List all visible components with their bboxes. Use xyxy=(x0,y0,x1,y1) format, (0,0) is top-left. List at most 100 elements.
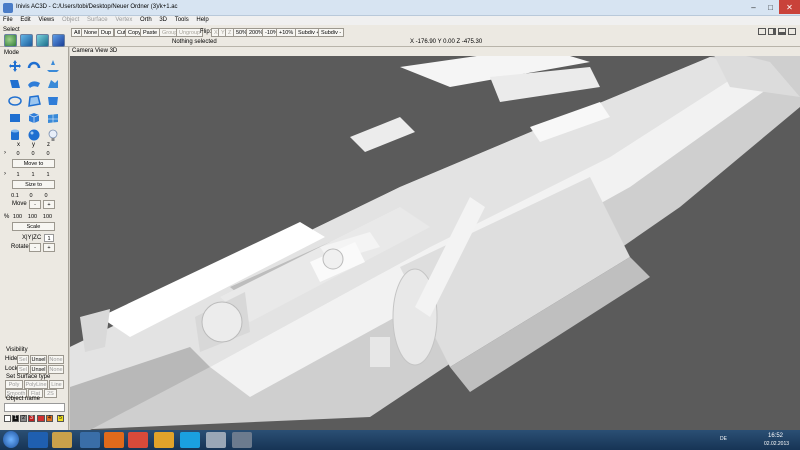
select-surface-icon[interactable] xyxy=(52,34,65,47)
ac3d-taskbar-icon[interactable] xyxy=(232,432,252,448)
view-layout-icon[interactable] xyxy=(758,28,766,35)
lock-none-button[interactable]: None xyxy=(48,365,64,374)
size-z-input[interactable]: 1 xyxy=(42,171,54,179)
hide-selected-button[interactable]: Sel xyxy=(17,355,29,364)
chrome-taskbar-icon[interactable] xyxy=(128,432,148,448)
firefox-taskbar-icon[interactable] xyxy=(104,432,124,448)
surface-poly-button[interactable]: Poly xyxy=(5,380,23,389)
select-vertex-icon[interactable] xyxy=(4,34,17,47)
menu-views[interactable]: Views xyxy=(35,16,57,25)
duplicate-button[interactable]: Dup xyxy=(98,28,115,37)
selection-status: Nothing selected xyxy=(172,39,217,45)
palette-swatch-2[interactable]: 2 xyxy=(20,415,27,422)
maximize-button[interactable]: □ xyxy=(762,0,779,14)
move-tool-icon[interactable] xyxy=(6,58,24,73)
bevel-tool-icon[interactable] xyxy=(25,76,43,91)
light-tool-icon[interactable] xyxy=(44,127,62,142)
move-minus-button[interactable]: - xyxy=(29,200,41,209)
palette-swatch-white[interactable] xyxy=(4,415,11,422)
scale-z-input[interactable]: 100 xyxy=(41,213,54,221)
ie-taskbar-icon[interactable] xyxy=(28,432,48,448)
start-button[interactable] xyxy=(3,431,19,448)
view-split-icon[interactable] xyxy=(768,28,776,35)
mesh-tool-icon[interactable] xyxy=(44,93,62,108)
zoom-plus-10-button[interactable]: +10% xyxy=(276,28,297,37)
size-x-input[interactable]: 1 xyxy=(12,171,24,179)
menu-surface[interactable]: Surface xyxy=(84,16,111,25)
polygon-tool-icon[interactable] xyxy=(25,93,43,108)
menu-object[interactable]: Object xyxy=(59,16,82,25)
ellipse-tool-icon[interactable] xyxy=(6,93,24,108)
view-single-icon[interactable] xyxy=(788,28,796,35)
3d-viewport[interactable] xyxy=(70,47,800,430)
model-render xyxy=(70,47,800,430)
rotate-center-toggle[interactable]: C xyxy=(37,235,41,241)
move-x-input[interactable]: 0.1 xyxy=(8,192,22,200)
position-expand-icon[interactable]: › xyxy=(4,150,6,156)
grid-mesh-tool-icon[interactable] xyxy=(44,110,62,125)
select-object-icon[interactable] xyxy=(20,34,33,47)
hide-none-button[interactable]: None xyxy=(48,355,64,364)
move-to-button[interactable]: Move to xyxy=(12,159,55,168)
move-plus-button[interactable]: + xyxy=(43,200,55,209)
menu-file[interactable]: File xyxy=(0,16,16,25)
lock-selected-button[interactable]: Sel xyxy=(17,365,29,374)
lathe-tool-icon[interactable] xyxy=(44,76,62,91)
minimize-button[interactable]: – xyxy=(745,0,762,14)
box-tool-icon[interactable] xyxy=(25,110,43,125)
skype-taskbar-icon[interactable] xyxy=(180,432,200,448)
scale-x-input[interactable]: 100 xyxy=(11,213,24,221)
rotate-tool-icon[interactable] xyxy=(25,58,43,73)
scale-button[interactable]: Scale xyxy=(12,222,55,231)
rotate-axis-label[interactable]: X|Y|Z xyxy=(22,235,37,241)
explorer-taskbar-icon[interactable] xyxy=(52,432,72,448)
extrude-tool-icon[interactable] xyxy=(6,76,24,91)
rotate-minus-button[interactable]: - xyxy=(29,243,41,252)
surface-line-button[interactable]: Line xyxy=(49,380,64,389)
rotate-plus-button[interactable]: + xyxy=(43,243,55,252)
palette-swatch-red[interactable] xyxy=(37,415,45,422)
palette-swatch-5[interactable]: 5 xyxy=(57,415,64,422)
cylinder-tool-icon[interactable] xyxy=(6,127,24,142)
rotate-angle-input[interactable]: 1 xyxy=(44,234,54,242)
menu-help[interactable]: Help xyxy=(193,16,211,25)
rectangle-tool-icon[interactable] xyxy=(6,110,24,125)
paste-button[interactable]: Paste xyxy=(140,28,161,37)
size-expand-icon[interactable]: › xyxy=(4,171,6,177)
y-axis-label: y xyxy=(32,142,35,148)
move-y-input[interactable]: 0 xyxy=(25,192,37,200)
palette-swatch-3[interactable]: 3 xyxy=(28,415,35,422)
scale-y-input[interactable]: 100 xyxy=(26,213,39,221)
pidgin-taskbar-icon[interactable] xyxy=(154,432,174,448)
subdiv-minus-button[interactable]: Subdiv - xyxy=(318,28,345,37)
move-z-input[interactable]: 0 xyxy=(40,192,52,200)
clock-date: 02.02.2013 xyxy=(764,441,790,447)
select-group-icon[interactable] xyxy=(36,34,49,47)
palette-swatch-1[interactable]: 1 xyxy=(12,415,19,422)
position-x-input[interactable]: 0 xyxy=(12,150,24,158)
paint-taskbar-icon[interactable] xyxy=(206,432,226,448)
menu-3d[interactable]: 3D xyxy=(156,16,170,25)
media-player-taskbar-icon[interactable] xyxy=(80,432,100,448)
position-y-input[interactable]: 0 xyxy=(27,150,39,158)
menu-vertex[interactable]: Vertex xyxy=(112,16,135,25)
menu-orth[interactable]: Orth xyxy=(137,16,155,25)
palette-swatch-4[interactable]: 4 xyxy=(46,415,53,422)
menu-edit[interactable]: Edit xyxy=(17,16,33,25)
hide-unselected-button[interactable]: Unsel xyxy=(30,355,47,364)
lock-unselected-button[interactable]: Unsel xyxy=(30,365,47,374)
scale-tool-icon[interactable] xyxy=(44,58,62,73)
menu-tools[interactable]: Tools xyxy=(172,16,192,25)
surface-twosided-button[interactable]: 2S xyxy=(44,389,57,398)
language-indicator[interactable]: DE xyxy=(720,436,727,442)
view-quad-icon[interactable] xyxy=(778,28,786,35)
size-y-input[interactable]: 1 xyxy=(27,171,39,179)
title-bar: Inivis AC3D - C:/Users/tobi/Desktop/Neue… xyxy=(0,0,800,16)
size-to-button[interactable]: Size to xyxy=(12,180,55,189)
position-z-input[interactable]: 0 xyxy=(42,150,54,158)
object-name-input[interactable] xyxy=(4,403,65,412)
sphere-tool-icon[interactable] xyxy=(25,127,43,142)
percent-label: % xyxy=(4,214,10,220)
close-button[interactable]: ✕ xyxy=(779,0,800,14)
surface-polyline-button[interactable]: PolyLine xyxy=(24,380,48,389)
